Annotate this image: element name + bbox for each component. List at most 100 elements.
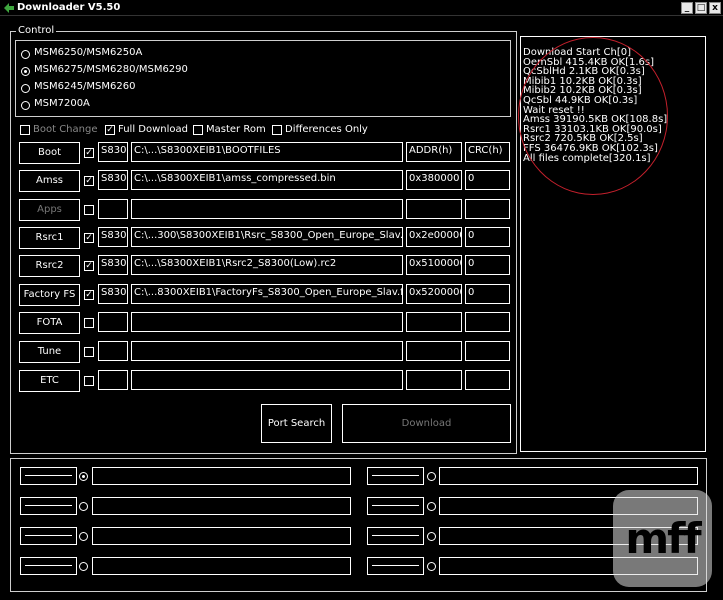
port-slot-4-status — [20, 527, 77, 545]
differences-only-checkbox[interactable] — [272, 125, 282, 135]
port-slot-6-status — [20, 557, 77, 575]
highlight-circle — [518, 37, 668, 195]
app-arrow-icon — [4, 3, 14, 13]
boot-crc-field[interactable]: CRC(h) — [465, 142, 510, 162]
apps-crc-field[interactable] — [465, 199, 510, 219]
tune-model-field[interactable] — [98, 341, 128, 361]
tune-checkbox[interactable] — [84, 347, 94, 357]
port-slot-1-status — [367, 467, 424, 485]
rsrc2-checkbox[interactable]: ✓ — [84, 261, 94, 271]
factory-fs-checkbox[interactable]: ✓ — [84, 290, 94, 300]
boot-checkbox[interactable]: ✓ — [84, 148, 94, 158]
chipset-radio-3[interactable] — [21, 101, 30, 110]
port-slot-0-progress — [92, 467, 351, 485]
tune-crc-field[interactable] — [465, 341, 510, 361]
etc-checkbox[interactable] — [84, 376, 94, 386]
rsrc2-path-field[interactable]: C:\...\S8300XEIB1\Rsrc2_S8300(Low).rc2 — [131, 255, 403, 275]
port-slot-2-progress — [92, 497, 351, 515]
tune-addr-field[interactable] — [406, 341, 462, 361]
full-download-label: Full Download — [118, 124, 188, 135]
rsrc2-button[interactable]: Rsrc2 — [19, 255, 80, 277]
window-title: Downloader V5.50 — [17, 2, 121, 13]
port-slot-6-radio[interactable] — [79, 562, 88, 571]
chipset-radio-label: MSM6250/MSM6250A — [34, 47, 143, 58]
etc-model-field[interactable] — [98, 370, 128, 390]
maximize-button[interactable]: □ — [695, 2, 707, 14]
chipset-radio-0[interactable] — [21, 50, 30, 59]
rsrc1-addr-field[interactable]: 0x2e00000 — [406, 227, 462, 247]
rsrc1-checkbox[interactable]: ✓ — [84, 233, 94, 243]
port-slot-5-status — [367, 527, 424, 545]
port-slot-4-progress — [92, 527, 351, 545]
chipset-radio-1[interactable] — [21, 67, 30, 76]
master-rom-label: Master Rom — [206, 124, 266, 135]
amss-model-field[interactable]: S830 — [98, 170, 128, 190]
rsrc2-addr-field[interactable]: 0x5100000 — [406, 255, 462, 275]
port-slot-3-status — [367, 497, 424, 515]
etc-crc-field[interactable] — [465, 370, 510, 390]
port-slot-0-radio[interactable] — [79, 472, 88, 481]
factory-fs-model-field[interactable]: S830 — [98, 284, 128, 304]
port-search-button[interactable]: Port Search — [261, 404, 332, 443]
minimize-button[interactable]: _ — [681, 2, 693, 14]
rsrc2-model-field[interactable]: S830 — [98, 255, 128, 275]
port-slot-3-radio[interactable] — [427, 502, 436, 511]
amss-button[interactable]: Amss — [19, 170, 80, 192]
amss-checkbox[interactable]: ✓ — [84, 176, 94, 186]
differences-only-label: Differences Only — [285, 124, 368, 135]
close-button[interactable]: x — [709, 2, 721, 14]
chipset-radio-label: MSM6245/MSM6260 — [34, 81, 136, 92]
boot-button[interactable]: Boot — [19, 142, 80, 164]
boot-path-field[interactable]: C:\...\S8300XEIB1\BOOTFILES — [131, 142, 403, 162]
fota-button[interactable]: FOTA — [19, 312, 80, 334]
port-slot-7-radio[interactable] — [427, 562, 436, 571]
apps-checkbox[interactable] — [84, 205, 94, 215]
port-slot-1-progress — [439, 467, 698, 485]
fota-addr-field[interactable] — [406, 312, 462, 332]
download-button[interactable]: Download — [342, 404, 511, 443]
apps-path-field[interactable] — [131, 199, 403, 219]
factory-fs-crc-field[interactable]: 0 — [465, 284, 510, 304]
fota-checkbox[interactable] — [84, 318, 94, 328]
port-slot-2-radio[interactable] — [79, 502, 88, 511]
chipset-radio-label: MSM6275/MSM6280/MSM6290 — [34, 64, 188, 75]
port-slot-0-status — [20, 467, 77, 485]
boot-change-checkbox[interactable] — [20, 125, 30, 135]
amss-path-field[interactable]: C:\...\S8300XEIB1\amss_compressed.bin — [131, 170, 403, 190]
port-slot-7-status — [367, 557, 424, 575]
port-slot-6-progress — [92, 557, 351, 575]
factory-fs-path-field[interactable]: C:\...8300XEIB1\FactoryFs_S8300_Open_Eur… — [131, 284, 403, 304]
apps-addr-field[interactable] — [406, 199, 462, 219]
rsrc1-crc-field[interactable]: 0 — [465, 227, 510, 247]
rsrc2-crc-field[interactable]: 0 — [465, 255, 510, 275]
chipset-radio-2[interactable] — [21, 84, 30, 93]
apps-model-field[interactable] — [98, 199, 128, 219]
tune-path-field[interactable] — [131, 341, 403, 361]
tune-button[interactable]: Tune — [19, 341, 80, 363]
port-slot-4-radio[interactable] — [79, 532, 88, 541]
apps-button[interactable]: Apps — [19, 199, 80, 221]
rsrc1-path-field[interactable]: C:\...300\S8300XEIB1\Rsrc_S8300_Open_Eur… — [131, 227, 403, 247]
amss-addr-field[interactable]: 0x380000 — [406, 170, 462, 190]
control-group-title: Control — [16, 25, 57, 37]
factory-fs-button[interactable]: Factory FS — [19, 284, 80, 306]
etc-button[interactable]: ETC — [19, 370, 80, 392]
etc-addr-field[interactable] — [406, 370, 462, 390]
port-slot-1-radio[interactable] — [427, 472, 436, 481]
factory-fs-addr-field[interactable]: 0x5200000 — [406, 284, 462, 304]
mff-watermark-logo: mff — [613, 490, 712, 587]
master-rom-checkbox[interactable] — [193, 125, 203, 135]
full-download-checkbox[interactable]: ✓ — [105, 125, 115, 135]
fota-path-field[interactable] — [131, 312, 403, 332]
port-slot-5-radio[interactable] — [427, 532, 436, 541]
fota-model-field[interactable] — [98, 312, 128, 332]
etc-path-field[interactable] — [131, 370, 403, 390]
boot-model-field[interactable]: S830 — [98, 142, 128, 162]
boot-addr-field[interactable]: ADDR(h) — [406, 142, 462, 162]
amss-crc-field[interactable]: 0 — [465, 170, 510, 190]
rsrc1-model-field[interactable]: S830 — [98, 227, 128, 247]
fota-crc-field[interactable] — [465, 312, 510, 332]
rsrc1-button[interactable]: Rsrc1 — [19, 227, 80, 249]
chipset-radio-label: MSM7200A — [34, 98, 90, 109]
boot-change-label: Boot Change — [33, 124, 98, 135]
